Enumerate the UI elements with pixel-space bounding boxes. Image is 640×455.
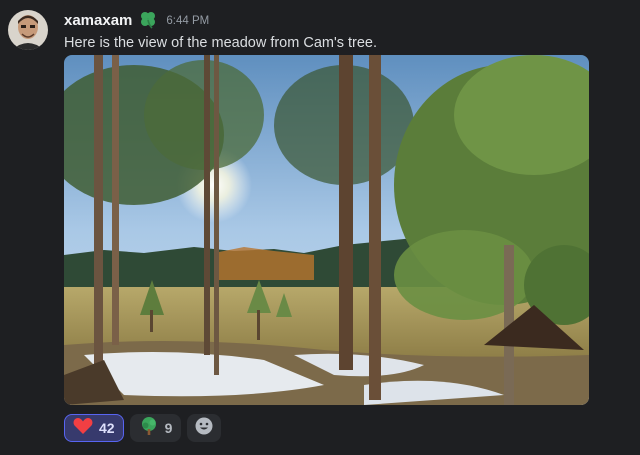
username[interactable]: xamaxam xyxy=(64,12,132,29)
add-reaction-button[interactable] xyxy=(187,414,222,442)
reaction-count: 42 xyxy=(99,420,115,436)
reactions-bar: 42 9 xyxy=(64,414,222,442)
smiley-face-icon xyxy=(194,416,214,441)
reaction-heart[interactable]: 42 xyxy=(64,414,124,442)
four-leaf-clover-icon[interactable] xyxy=(138,10,158,30)
reaction-count: 9 xyxy=(164,420,173,436)
user-avatar[interactable] xyxy=(8,10,48,50)
meadow-photo-attachment[interactable] xyxy=(64,55,589,405)
heart-icon xyxy=(73,417,93,440)
message-header: xamaxam 6:44 PM xyxy=(64,10,209,30)
message-text: Here is the view of the meadow from Cam'… xyxy=(64,35,378,51)
reaction-tree[interactable]: 9 xyxy=(129,414,182,442)
chat-message: xamaxam 6:44 PM Here is the view of the … xyxy=(0,0,640,455)
message-timestamp[interactable]: 6:44 PM xyxy=(166,15,209,27)
tree-icon xyxy=(139,416,159,441)
